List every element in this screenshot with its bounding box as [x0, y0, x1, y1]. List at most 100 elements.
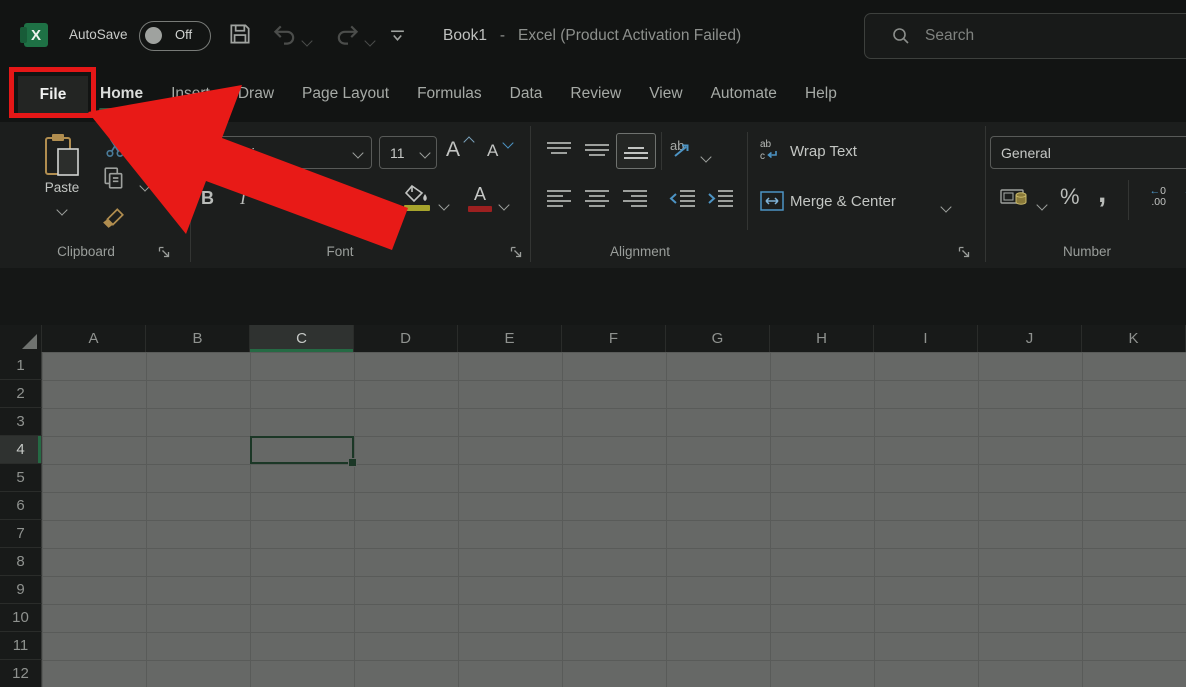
- column-header-C[interactable]: C: [250, 325, 354, 352]
- decrease-decimal-button[interactable]: →0 .00: [1174, 186, 1186, 208]
- worksheet-cells[interactable]: [42, 352, 1186, 687]
- tab-review[interactable]: Review: [556, 72, 635, 116]
- format-painter-button[interactable]: [102, 206, 126, 228]
- clipboard-dialog-launcher[interactable]: [158, 246, 171, 259]
- wrap-text-button[interactable]: ab c Wrap Text: [760, 139, 980, 165]
- number-format-combobox[interactable]: General: [990, 136, 1186, 169]
- row-header-2[interactable]: 2: [0, 380, 42, 408]
- selected-cell-outline: [250, 436, 354, 464]
- toggle-knob-icon: [145, 27, 162, 44]
- decrease-font-size-button[interactable]: A: [487, 141, 511, 161]
- tab-view[interactable]: View: [635, 72, 696, 116]
- row-headers: 123456789101112: [0, 352, 42, 687]
- column-header-K[interactable]: K: [1082, 325, 1186, 352]
- accounting-banknote-icon: [1000, 186, 1030, 210]
- row-header-8[interactable]: 8: [0, 548, 42, 576]
- workbook-name: Book1: [443, 27, 487, 44]
- dialog-launcher-icon: [158, 246, 171, 259]
- column-header-H[interactable]: H: [770, 325, 874, 352]
- search-box[interactable]: [864, 13, 1186, 59]
- tab-data[interactable]: Data: [496, 72, 557, 116]
- alignment-dialog-launcher[interactable]: [958, 246, 971, 259]
- underline-button[interactable]: U: [277, 188, 290, 209]
- decrease-indent-button[interactable]: [668, 188, 696, 208]
- row-header-7[interactable]: 7: [0, 520, 42, 548]
- tab-help[interactable]: Help: [791, 72, 851, 116]
- cut-button[interactable]: [104, 136, 126, 158]
- tab-draw[interactable]: Draw: [224, 72, 288, 116]
- column-header-B[interactable]: B: [146, 325, 250, 352]
- column-header-E[interactable]: E: [458, 325, 562, 352]
- comma-style-button[interactable]: ,: [1098, 176, 1106, 210]
- row-header-12[interactable]: 12: [0, 660, 42, 687]
- column-header-A[interactable]: A: [42, 325, 146, 352]
- increase-font-size-button[interactable]: A: [446, 138, 472, 162]
- copy-button[interactable]: [103, 166, 125, 190]
- fill-color-dropdown[interactable]: [440, 196, 448, 214]
- accounting-format-button[interactable]: [1000, 186, 1030, 210]
- font-name-combobox[interactable]: Calibri: [204, 136, 372, 169]
- align-right-button[interactable]: [622, 188, 648, 208]
- column-header-D[interactable]: D: [354, 325, 458, 352]
- column-header-G[interactable]: G: [666, 325, 770, 352]
- redo-button[interactable]: [334, 22, 362, 48]
- font-color-dropdown[interactable]: [500, 196, 508, 214]
- select-all-button[interactable]: [0, 325, 42, 352]
- paste-clipboard-icon: [44, 133, 80, 177]
- orientation-dropdown[interactable]: [702, 148, 710, 166]
- center-align-button[interactable]: [584, 188, 610, 208]
- bold-button[interactable]: B: [201, 188, 214, 209]
- search-icon: [891, 26, 911, 46]
- fill-handle[interactable]: [348, 458, 357, 467]
- borders-dropdown[interactable]: [372, 196, 380, 214]
- italic-button[interactable]: I: [240, 188, 246, 209]
- save-button[interactable]: [227, 21, 253, 47]
- row-header-4[interactable]: 4: [0, 436, 42, 464]
- autosave-toggle[interactable]: Off: [139, 21, 211, 51]
- middle-align-button[interactable]: [584, 140, 610, 160]
- column-header-I[interactable]: I: [874, 325, 978, 352]
- window-title: Book1 - Excel (Product Activation Failed…: [443, 27, 741, 45]
- tab-page-layout[interactable]: Page Layout: [288, 72, 403, 116]
- bottom-align-button-selected[interactable]: [616, 133, 656, 169]
- center-align-icon: [584, 188, 610, 208]
- group-divider: [530, 126, 531, 262]
- align-left-button[interactable]: [546, 188, 572, 208]
- row-header-5[interactable]: 5: [0, 464, 42, 492]
- top-align-button[interactable]: [546, 140, 572, 160]
- increase-decimal-button[interactable]: ←0 .00: [1140, 186, 1166, 208]
- tab-automate[interactable]: Automate: [697, 72, 791, 116]
- copy-dropdown[interactable]: [141, 177, 149, 195]
- dialog-launcher-icon: [958, 246, 971, 259]
- undo-dropdown[interactable]: [303, 32, 311, 50]
- merge-center-dropdown[interactable]: [942, 198, 950, 216]
- customize-quick-access-toolbar-button[interactable]: [389, 28, 406, 43]
- column-header-F[interactable]: F: [562, 325, 666, 352]
- align-right-icon: [622, 188, 648, 208]
- paste-button[interactable]: Paste: [36, 133, 88, 219]
- accounting-format-dropdown[interactable]: [1038, 196, 1046, 214]
- row-header-10[interactable]: 10: [0, 604, 42, 632]
- column-headers: ABCDEFGHIJK: [42, 325, 1186, 352]
- percent-style-button[interactable]: %: [1060, 184, 1080, 210]
- row-header-11[interactable]: 11: [0, 632, 42, 660]
- orientation-button[interactable]: ab: [670, 138, 696, 164]
- redo-dropdown[interactable]: [366, 32, 374, 50]
- font-color-button[interactable]: A: [468, 184, 492, 205]
- undo-button[interactable]: [270, 22, 298, 48]
- column-header-J[interactable]: J: [978, 325, 1082, 352]
- font-size-combobox[interactable]: 11: [379, 136, 437, 169]
- fill-color-button[interactable]: [404, 184, 430, 204]
- search-input[interactable]: [923, 26, 1147, 46]
- row-header-6[interactable]: 6: [0, 492, 42, 520]
- borders-button[interactable]: [336, 188, 358, 210]
- row-header-3[interactable]: 3: [0, 408, 42, 436]
- row-header-9[interactable]: 9: [0, 576, 42, 604]
- excel-logo-icon[interactable]: X: [24, 23, 48, 47]
- font-dialog-launcher[interactable]: [510, 246, 523, 259]
- tab-insert[interactable]: Insert: [157, 72, 224, 116]
- tab-formulas[interactable]: Formulas: [403, 72, 496, 116]
- tab-home[interactable]: Home: [86, 72, 157, 116]
- row-header-1[interactable]: 1: [0, 352, 42, 380]
- increase-indent-button[interactable]: [706, 188, 734, 208]
